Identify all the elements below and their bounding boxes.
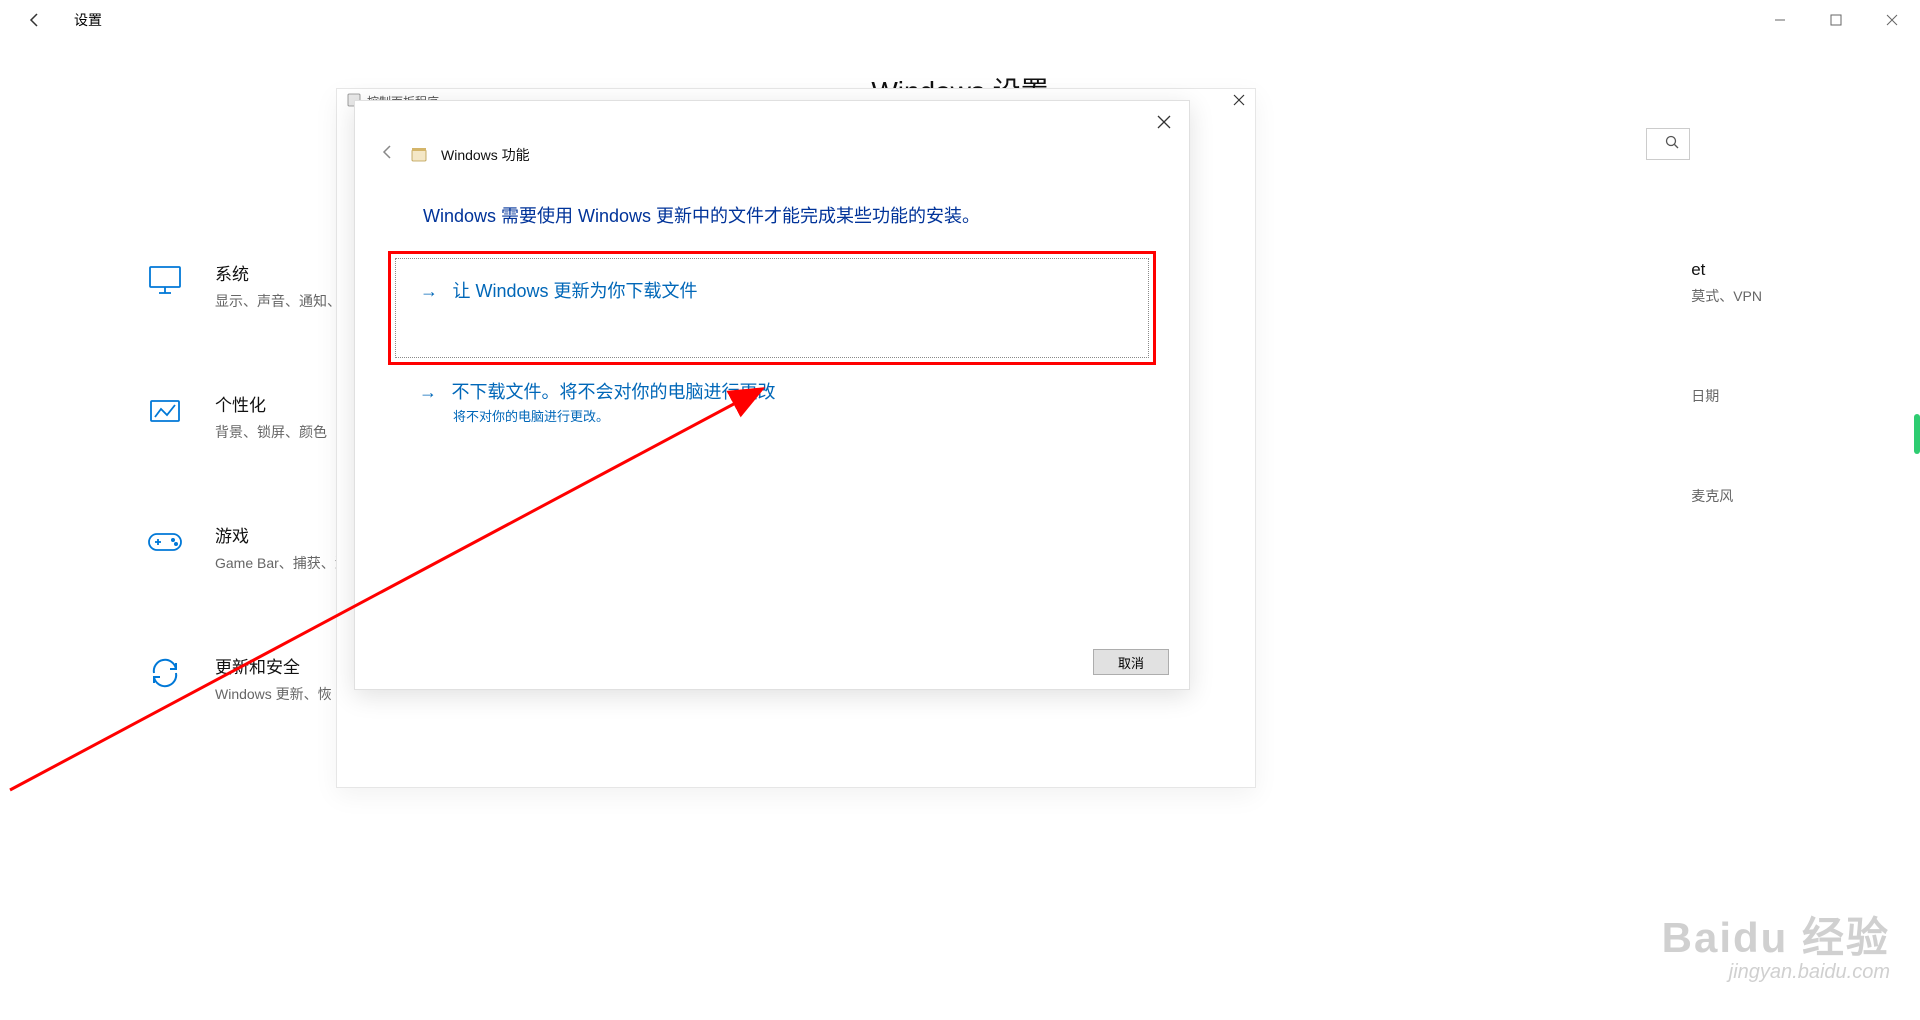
tile-subtitle: 麦克风 bbox=[1691, 486, 1762, 506]
maximize-button[interactable] bbox=[1808, 0, 1864, 40]
tile-subtitle: 显示、声音、通知、 bbox=[215, 291, 341, 311]
tile-subtitle: 莫式、VPN bbox=[1691, 286, 1762, 306]
close-button[interactable] bbox=[1864, 0, 1920, 40]
tile-title: 更新和安全 bbox=[215, 653, 332, 678]
settings-tiles-left: 系统显示、声音、通知、 个性化背景、锁屏、颜色 游戏Game Bar、捕获、游 … bbox=[145, 260, 349, 784]
tile-title: 个性化 bbox=[215, 391, 327, 416]
tile-title: et bbox=[1691, 260, 1762, 280]
dialog-back-icon[interactable] bbox=[379, 143, 397, 166]
action-skip-download[interactable]: → 不下载文件。将不会对你的电脑进行更改 将不对你的电脑进行更改。 bbox=[395, 372, 1149, 425]
window-buttons bbox=[1752, 0, 1920, 40]
tile-title: 游戏 bbox=[215, 522, 349, 547]
back-icon[interactable] bbox=[24, 9, 46, 31]
watermark: Baidu 经验 jingyan.baidu.com bbox=[1662, 904, 1890, 984]
action-subtext: 将不对你的电脑进行更改。 bbox=[453, 406, 1125, 425]
tile-personalization[interactable]: 个性化背景、锁屏、颜色 bbox=[145, 391, 349, 442]
tile-time-partial[interactable]: 日期 bbox=[1691, 386, 1762, 406]
dialog-title: Windows 功能 bbox=[441, 145, 530, 165]
arrow-icon: → bbox=[419, 382, 437, 403]
minimize-button[interactable] bbox=[1752, 0, 1808, 40]
tile-subtitle: Game Bar、捕获、游 bbox=[215, 553, 349, 573]
dialog-close-button[interactable] bbox=[1157, 115, 1171, 134]
settings-tiles-right: et 莫式、VPN 日期 麦克风 bbox=[1691, 260, 1762, 586]
windows-features-dialog: Windows 功能 Windows 需要使用 Windows 更新中的文件才能… bbox=[354, 100, 1190, 690]
tile-privacy-partial[interactable]: 麦克风 bbox=[1691, 486, 1762, 506]
tile-update[interactable]: 更新和安全 Windows 更新、恢 bbox=[145, 653, 349, 704]
control-panel-close[interactable] bbox=[1233, 93, 1245, 111]
dialog-body: → 让 Windows 更新为你下载文件 → 不下载文件。将不会对你的电脑进行更… bbox=[355, 228, 1189, 425]
gaming-icon bbox=[145, 522, 185, 562]
cancel-button[interactable]: 取消 bbox=[1093, 649, 1169, 675]
system-icon bbox=[145, 260, 185, 300]
search-box[interactable] bbox=[1646, 128, 1690, 160]
tile-subtitle: 日期 bbox=[1691, 386, 1762, 406]
dialog-footer: 取消 bbox=[1093, 649, 1169, 675]
windows-features-icon bbox=[411, 147, 427, 163]
action-label: 让 Windows 更新为你下载文件 bbox=[452, 281, 697, 301]
tile-subtitle: Windows 更新、恢 bbox=[215, 684, 332, 704]
tile-title: 系统 bbox=[215, 260, 341, 285]
settings-title: 设置 bbox=[74, 10, 102, 30]
dialog-message: Windows 需要使用 Windows 更新中的文件才能完成某些功能的安装。 bbox=[355, 166, 1189, 228]
action-label: 不下载文件。将不会对你的电脑进行更改 bbox=[451, 382, 775, 402]
watermark-brand: Baidu 经验 bbox=[1662, 904, 1890, 965]
app-root: 设置 Windows 设置 系统显示、声音、通知、 个性化背景、锁屏、颜色 游戏… bbox=[0, 0, 1920, 1020]
arrow-icon: → bbox=[420, 281, 438, 302]
dialog-header: Windows 功能 bbox=[355, 101, 1189, 166]
settings-titlebar: 设置 bbox=[0, 0, 1920, 40]
action-download-files[interactable]: → 让 Windows 更新为你下载文件 bbox=[395, 258, 1149, 358]
scroll-marker bbox=[1914, 414, 1920, 454]
tile-network-partial[interactable]: et 莫式、VPN bbox=[1691, 260, 1762, 306]
tile-subtitle: 背景、锁屏、颜色 bbox=[215, 422, 327, 442]
tile-system[interactable]: 系统显示、声音、通知、 bbox=[145, 260, 349, 311]
update-icon bbox=[145, 653, 185, 693]
personalization-icon bbox=[145, 391, 185, 431]
search-icon bbox=[1665, 135, 1679, 154]
tile-gaming[interactable]: 游戏 Game Bar、捕获、游 bbox=[145, 522, 349, 573]
